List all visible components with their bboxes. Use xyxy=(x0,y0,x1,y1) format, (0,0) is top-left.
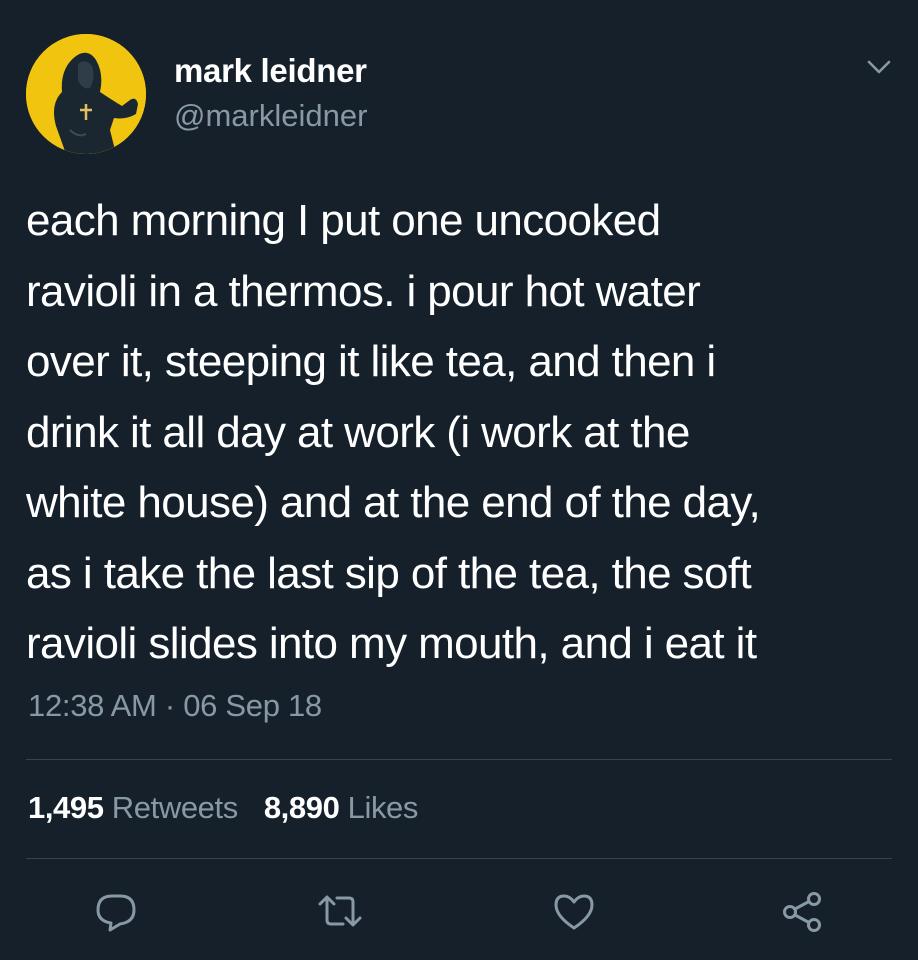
tweet-text-line: white house) and at the end of the day, xyxy=(26,478,761,527)
likes-count: 8,890 xyxy=(263,790,340,825)
avatar-image xyxy=(26,34,146,154)
heart-icon xyxy=(554,894,594,930)
display-name[interactable]: mark leidner xyxy=(174,52,367,90)
tweet-text-line: each morning I put one uncooked xyxy=(26,196,661,245)
tweet-text-line: over it, steeping it like tea, and then … xyxy=(26,337,716,386)
tweet-timestamp[interactable]: 12:38 AM · 06 Sep 18 xyxy=(28,688,322,724)
retweets-count: 1,495 xyxy=(28,790,104,825)
retweets-stat[interactable]: 1,495 Retweets xyxy=(28,790,238,825)
share-button[interactable] xyxy=(778,890,826,934)
tweet-stats: 1,495 Retweets 8,890 Likes xyxy=(28,790,418,826)
likes-stat[interactable]: 8,890 Likes xyxy=(263,790,419,825)
likes-label: Likes xyxy=(347,790,419,825)
tweet-text-line: ravioli slides into my mouth, and i eat … xyxy=(26,619,757,668)
reply-icon xyxy=(96,894,136,932)
share-icon xyxy=(783,892,821,932)
tweet-text: each morning I put one uncooked ravioli … xyxy=(26,186,896,680)
divider xyxy=(26,858,892,859)
user-handle[interactable]: @markleidner xyxy=(174,98,367,134)
retweet-button[interactable] xyxy=(316,890,364,934)
tweet-text-line: as i take the last sip of the tea, the s… xyxy=(26,548,752,598)
divider xyxy=(26,759,892,760)
tweet-text-line: drink it all day at work (i work at the xyxy=(26,407,690,457)
chevron-down-icon[interactable] xyxy=(864,56,894,78)
tweet-text-line: ravioli in a thermos. i pour hot water xyxy=(26,266,701,316)
reply-button[interactable] xyxy=(92,890,140,934)
avatar[interactable] xyxy=(26,34,146,154)
retweet-icon xyxy=(318,895,362,927)
like-button[interactable] xyxy=(550,890,598,934)
tweet-card: mark leidner @markleidner each morning I… xyxy=(0,0,918,960)
retweets-label: Retweets xyxy=(111,790,238,825)
